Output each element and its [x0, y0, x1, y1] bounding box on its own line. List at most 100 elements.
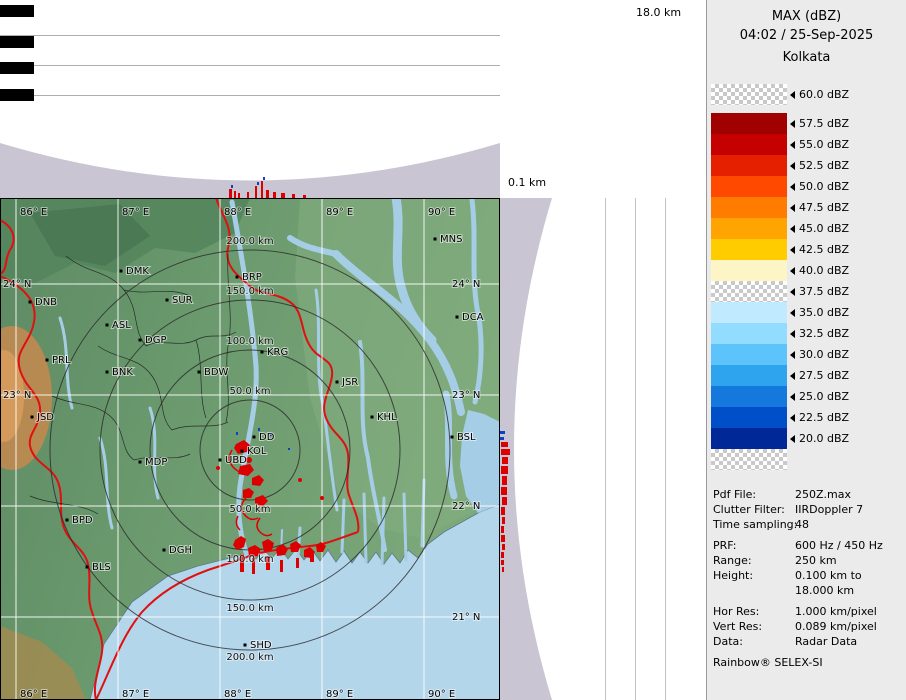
- legend-swatch: [711, 113, 787, 134]
- height-axis-max-label: 18.0 km: [636, 6, 682, 19]
- city-marker: [370, 415, 374, 419]
- info-label: Range:: [713, 554, 752, 567]
- legend-label: 47.5 dBZ: [799, 201, 850, 214]
- info-label: PRF:: [713, 539, 737, 552]
- legend-tick-icon: [790, 393, 795, 401]
- legend-swatch: [711, 260, 787, 281]
- latitude-label: 23° N: [452, 390, 480, 401]
- info-row: Time sampling: 48: [707, 517, 906, 532]
- legend-swatch: [711, 155, 787, 176]
- legend-swatch: [711, 176, 787, 197]
- legend-tick-icon: [790, 120, 795, 128]
- legend-tick-icon: [790, 372, 795, 380]
- latitude-label: 23° N: [3, 390, 31, 401]
- legend-label: 35.0 dBZ: [799, 306, 850, 319]
- city-marker: [260, 350, 264, 354]
- legend-swatch: [711, 449, 787, 470]
- legend-swatch: [711, 344, 787, 365]
- city-marker: [455, 315, 459, 319]
- longitude-label: 90° E: [428, 207, 455, 218]
- legend-row: 52.5 dBZ: [707, 155, 906, 176]
- info-label: Data:: [713, 635, 743, 648]
- city-marker: [335, 380, 339, 384]
- city-label: ASL: [112, 320, 131, 331]
- legend-row: 37.5 dBZ: [707, 281, 906, 302]
- legend-label: 32.5 dBZ: [799, 327, 850, 340]
- legend-tick-icon: [790, 162, 795, 170]
- info-row: Clutter Filter: IIRDoppler 7: [707, 502, 906, 517]
- info-row: Height: 0.100 km to: [707, 568, 906, 583]
- legend-swatch: [711, 84, 787, 105]
- info-label: Pdf File:: [713, 488, 757, 501]
- legend-swatch: [711, 302, 787, 323]
- longitude-label: 87° E: [122, 207, 149, 218]
- city-label: UBD: [225, 455, 247, 466]
- city-marker: [65, 518, 69, 522]
- info-value: 0.089 km/pixel: [795, 620, 877, 633]
- legend-swatch: [711, 218, 787, 239]
- legend-row: 42.5 dBZ: [707, 239, 906, 260]
- legend-row: 22.5 dBZ: [707, 407, 906, 428]
- longitude-label: 88° E: [224, 689, 251, 700]
- legend-row: 60.0 dBZ: [707, 84, 906, 105]
- longitude-label: 90° E: [428, 689, 455, 700]
- product-title: MAX (dBZ): [771, 9, 842, 24]
- legend-tick-icon: [790, 183, 795, 191]
- city-marker: [433, 237, 437, 241]
- legend-row: 20.0 dBZ: [707, 428, 906, 449]
- legend-tick-icon: [790, 267, 795, 275]
- info-value: 250Z.max: [795, 488, 851, 501]
- info-label: Time sampling:: [713, 518, 798, 531]
- product-info: Pdf File: 250Z.max Clutter Filter: IIRDoppl…: [707, 487, 906, 649]
- info-value: 600 Hz / 450 Hz: [795, 539, 883, 552]
- info-value: 1.000 km/pixel: [795, 605, 877, 618]
- range-ring-label: 50.0 km: [230, 386, 271, 397]
- info-value: 250 km: [795, 554, 837, 567]
- city-marker: [243, 643, 247, 647]
- city-marker: [450, 435, 454, 439]
- info-value: 48: [795, 518, 809, 531]
- legend-row: 57.5 dBZ: [707, 113, 906, 134]
- legend-label: 55.0 dBZ: [799, 138, 850, 151]
- legend-label: 40.0 dBZ: [799, 264, 850, 277]
- radar-map: DMK BRP SUR DNB ASL DGP KRG PRL BNK BDW JSR MNS DCA K…: [0, 198, 500, 700]
- legend-label: 52.5 dBZ: [799, 159, 850, 172]
- info-row: Range: 250 km: [707, 553, 906, 568]
- legend-label: 30.0 dBZ: [799, 348, 850, 361]
- city-marker: [45, 358, 49, 362]
- longitude-label: 86° E: [20, 689, 47, 700]
- legend-swatch: [711, 281, 787, 302]
- city-label: PRL: [52, 355, 71, 366]
- legend-tick-icon: [790, 309, 795, 317]
- legend-tick-icon: [790, 435, 795, 443]
- range-ring-label: 200.0 km: [226, 652, 273, 663]
- legend-swatch: [711, 197, 787, 218]
- legend-label: 20.0 dBZ: [799, 432, 850, 445]
- radar-display-window: 18.0 km 0.1 km DMK BRP SUR DNB ASL DGP K…: [0, 0, 906, 700]
- city-label: BNK: [112, 367, 133, 378]
- legend-label: 37.5 dBZ: [799, 285, 850, 298]
- height-axis-min-label: 0.1 km: [508, 176, 547, 189]
- legend-row: 50.0 dBZ: [707, 176, 906, 197]
- legend-row: 30.0 dBZ: [707, 344, 906, 365]
- legend-row: 25.0 dBZ: [707, 386, 906, 407]
- city-marker: [138, 460, 142, 464]
- info-value: IIRDoppler 7: [795, 503, 864, 516]
- latitude-label: 22° N: [452, 501, 480, 512]
- legend-label: 25.0 dBZ: [799, 390, 850, 403]
- info-row: Pdf File: 250Z.max: [707, 487, 906, 502]
- info-label: Vert Res:: [713, 620, 763, 633]
- info-value: 18.000 km: [795, 584, 855, 597]
- info-row: Vert Res: 0.089 km/pixel: [707, 619, 906, 634]
- legend-row: 55.0 dBZ: [707, 134, 906, 155]
- city-label: BPD: [72, 515, 93, 526]
- axis-corner: 18.0 km 0.1 km: [500, 0, 706, 198]
- city-label: SUR: [172, 295, 193, 306]
- info-row: Hor Res: 1.000 km/pixel: [707, 604, 906, 619]
- longitude-label: 89° E: [326, 207, 353, 218]
- city-label: KOL: [247, 446, 267, 457]
- legend-label: 57.5 dBZ: [799, 117, 850, 130]
- city-label: KRG: [267, 347, 288, 358]
- range-ring-label: 100.0 km: [226, 554, 273, 565]
- info-value: 0.100 km to: [795, 569, 862, 582]
